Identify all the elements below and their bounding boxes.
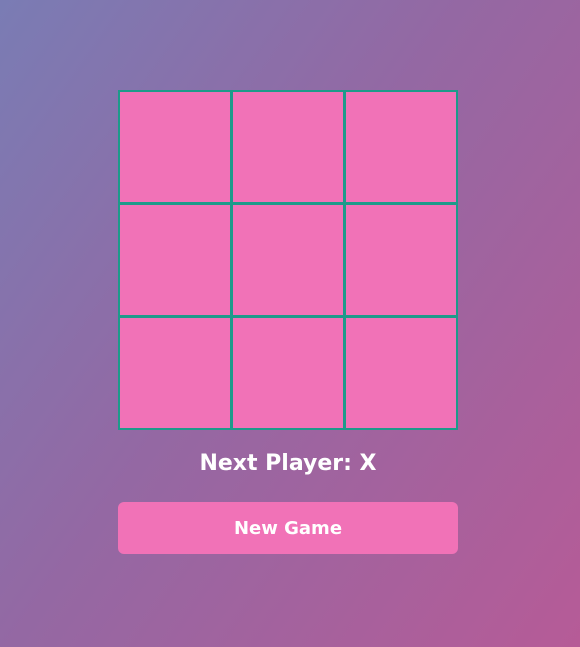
board-cell-9[interactable] [346, 318, 456, 428]
board-cell-2[interactable] [233, 92, 343, 202]
board-cell-1[interactable] [120, 92, 230, 202]
next-player-status: Next Player: X [199, 451, 377, 476]
board-cell-6[interactable] [346, 205, 456, 315]
board-cell-5[interactable] [233, 205, 343, 315]
board-cell-4[interactable] [120, 205, 230, 315]
board-cell-8[interactable] [233, 318, 343, 428]
game-board [118, 90, 458, 430]
board-cell-3[interactable] [346, 92, 456, 202]
board-cell-7[interactable] [120, 318, 230, 428]
new-game-button[interactable]: New Game [118, 502, 458, 554]
